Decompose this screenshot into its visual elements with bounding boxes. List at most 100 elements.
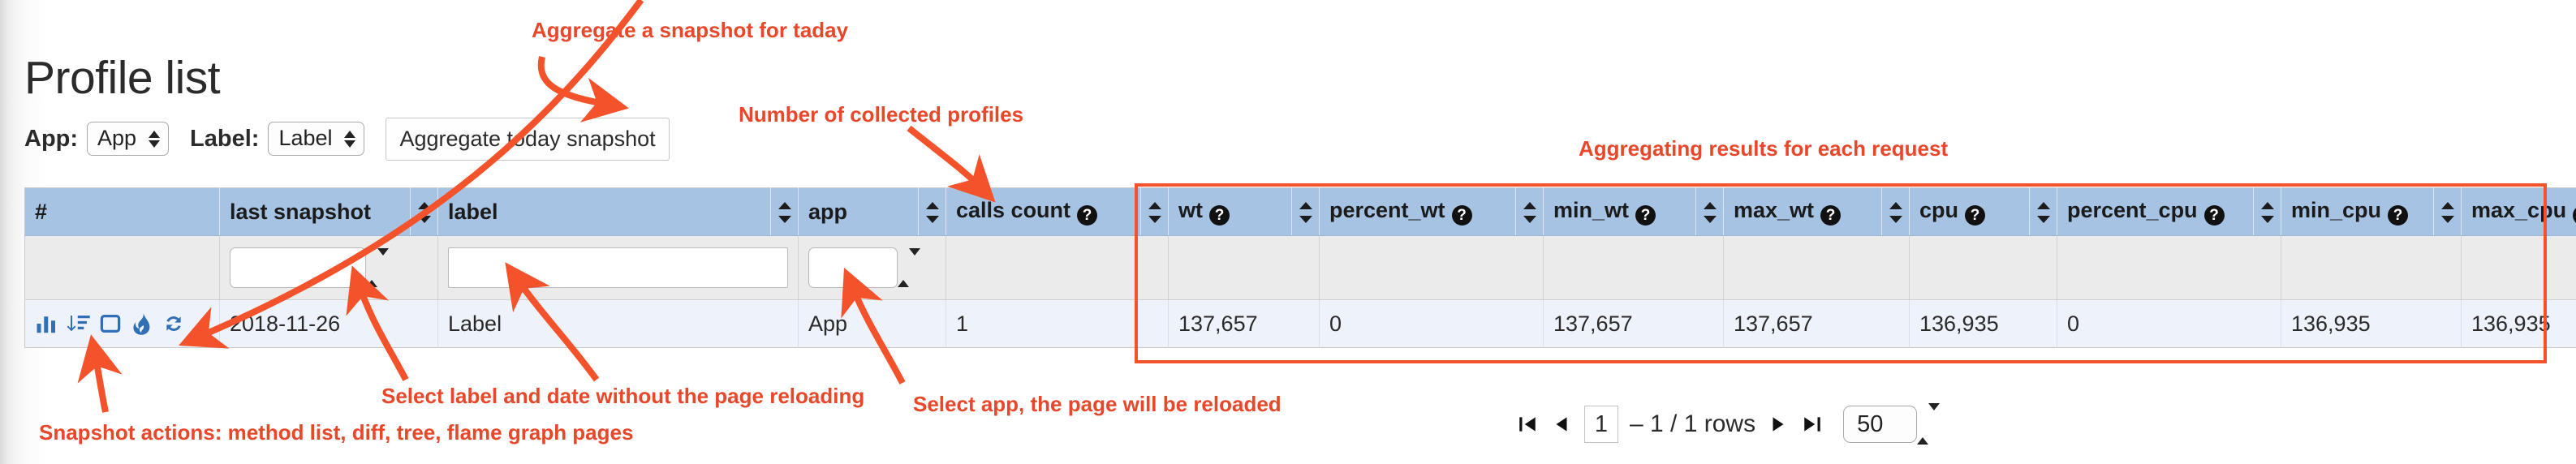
- sort-updown-icon: [1299, 200, 1312, 225]
- cell-max-cpu: 136,935: [2461, 299, 2576, 348]
- app-filter-select[interactable]: [808, 247, 898, 288]
- filter-cell-calls-count: [946, 235, 1169, 300]
- column-header-percent-cpu[interactable]: percent_cpu?: [2057, 187, 2254, 236]
- aggregate-today-snapshot-button[interactable]: Aggregate today snapshot: [386, 117, 670, 161]
- annotation-select-app: Select app, the page will be reloaded: [913, 392, 1282, 416]
- profile-list-table: # last snapshot label app calls count? w…: [24, 187, 2576, 348]
- column-header-min-wt[interactable]: min_wt?: [1543, 187, 1696, 236]
- column-header-last-snapshot[interactable]: last snapshot: [219, 187, 411, 236]
- filter-bar: App: App Label: Label Aggregate today sn…: [24, 117, 670, 161]
- column-header-num[interactable]: #: [24, 187, 220, 236]
- column-header-percent-wt[interactable]: percent_wt?: [1319, 187, 1516, 236]
- column-label: max_cpu: [2471, 198, 2567, 222]
- column-header-max-cpu[interactable]: max_cpu?: [2461, 187, 2576, 236]
- column-label: percent_cpu: [2067, 198, 2198, 222]
- last-snapshot-filter-wrapper[interactable]: [230, 247, 389, 288]
- sort-updown-icon: [778, 200, 791, 225]
- filter-cell-last-snapshot: [219, 235, 438, 300]
- help-icon[interactable]: ?: [1077, 205, 1098, 226]
- table-row[interactable]: 2018-11-26 Label App 1 137,657 0 137,657…: [24, 299, 2576, 348]
- help-icon[interactable]: ?: [1965, 205, 1986, 226]
- filter-cell-app: [798, 235, 946, 300]
- filter-cell-percent-cpu: [2057, 235, 2281, 300]
- annotation-aggregating-results: Aggregating results for each request: [1579, 136, 1949, 161]
- cell-max-wt: 137,657: [1723, 299, 1910, 348]
- column-header-label[interactable]: label: [437, 187, 771, 236]
- last-snapshot-filter-select[interactable]: [230, 247, 366, 288]
- help-icon[interactable]: ?: [2573, 205, 2576, 226]
- label-select-wrapper[interactable]: Label: [268, 122, 365, 156]
- app-filter-wrapper[interactable]: [808, 247, 920, 288]
- column-label: percent_wt: [1329, 198, 1445, 222]
- next-page-icon[interactable]: [1767, 410, 1790, 438]
- column-header-app[interactable]: app: [798, 187, 919, 236]
- table-filter-row: [24, 235, 2576, 300]
- label-filter-input[interactable]: [448, 247, 788, 288]
- table-header-row: # last snapshot label app calls count? w…: [24, 187, 2576, 236]
- sort-toggle-percent-cpu[interactable]: [2253, 187, 2281, 236]
- help-icon[interactable]: ?: [1209, 205, 1230, 226]
- column-header-calls-count[interactable]: calls count?: [946, 187, 1141, 236]
- first-page-icon[interactable]: [1516, 410, 1539, 438]
- snapshot-actions-group: [35, 311, 209, 336]
- sort-toggle-app[interactable]: [918, 187, 946, 236]
- cell-percent-wt: 0: [1319, 299, 1544, 348]
- help-icon[interactable]: ?: [1820, 205, 1842, 226]
- chevron-updown-icon: [898, 248, 920, 287]
- sort-list-icon[interactable]: [67, 311, 91, 336]
- column-label: calls count: [956, 198, 1071, 222]
- sort-updown-icon: [1889, 200, 1902, 225]
- bar-chart-icon[interactable]: [35, 311, 59, 336]
- sort-updown-icon: [417, 200, 431, 225]
- chevron-updown-icon: [1917, 403, 1941, 445]
- column-header-min-cpu[interactable]: min_cpu?: [2281, 187, 2434, 236]
- filter-cell-label: [437, 235, 799, 300]
- column-label: min_cpu: [2291, 198, 2382, 222]
- filter-cell-percent-wt: [1319, 235, 1544, 300]
- sort-updown-icon: [1523, 200, 1536, 225]
- annotation-aggregate-snapshot: Aggregate a snapshot for taday: [532, 18, 849, 42]
- cell-wt: 137,657: [1168, 299, 1320, 348]
- sort-toggle-percent-wt[interactable]: [1515, 187, 1544, 236]
- filter-cell-max-cpu: [2461, 235, 2576, 300]
- column-label: label: [448, 199, 498, 224]
- cell-actions: [24, 299, 220, 348]
- column-header-cpu[interactable]: cpu?: [1909, 187, 2030, 236]
- page-size-select[interactable]: 50: [1843, 406, 1918, 443]
- sort-toggle-calls-count[interactable]: [1140, 187, 1169, 236]
- sort-toggle-wt[interactable]: [1291, 187, 1320, 236]
- flame-icon[interactable]: [130, 311, 154, 336]
- previous-page-icon[interactable]: [1550, 410, 1573, 438]
- sort-toggle-cpu[interactable]: [2029, 187, 2057, 236]
- help-icon[interactable]: ?: [1451, 205, 1472, 226]
- sort-updown-icon: [2036, 200, 2050, 225]
- sort-toggle-min-cpu[interactable]: [2433, 187, 2462, 236]
- label-select[interactable]: Label: [268, 122, 365, 156]
- help-icon[interactable]: ?: [2203, 205, 2225, 226]
- tree-square-icon[interactable]: [98, 311, 123, 336]
- sort-updown-icon: [1148, 200, 1161, 225]
- sort-toggle-min-wt[interactable]: [1695, 187, 1724, 236]
- sort-toggle-last-snapshot[interactable]: [410, 187, 438, 236]
- rows-summary: – 1 / 1 rows: [1630, 410, 1756, 437]
- chevron-updown-icon: [366, 248, 389, 287]
- page-number-input[interactable]: [1584, 406, 1618, 443]
- refresh-icon[interactable]: [162, 311, 186, 336]
- cell-min-wt: 137,657: [1543, 299, 1724, 348]
- last-page-icon[interactable]: [1801, 410, 1824, 438]
- sort-toggle-max-wt[interactable]: [1881, 187, 1910, 236]
- help-icon[interactable]: ?: [1635, 205, 1656, 226]
- column-label: #: [35, 199, 48, 224]
- filter-cell-min-cpu: [2281, 235, 2462, 300]
- page-size-wrapper[interactable]: 50: [1843, 403, 1941, 445]
- app-select-wrapper[interactable]: App: [87, 122, 170, 156]
- column-header-wt[interactable]: wt?: [1168, 187, 1292, 236]
- help-icon[interactable]: ?: [2388, 205, 2409, 226]
- app-select[interactable]: App: [87, 122, 170, 156]
- sort-toggle-label[interactable]: [770, 187, 799, 236]
- cell-app: App: [798, 299, 946, 348]
- annotation-collected-profiles: Number of collected profiles: [739, 102, 1024, 127]
- page-title: Profile list: [24, 52, 221, 105]
- column-header-max-wt[interactable]: max_wt?: [1723, 187, 1882, 236]
- cell-min-cpu: 136,935: [2281, 299, 2462, 348]
